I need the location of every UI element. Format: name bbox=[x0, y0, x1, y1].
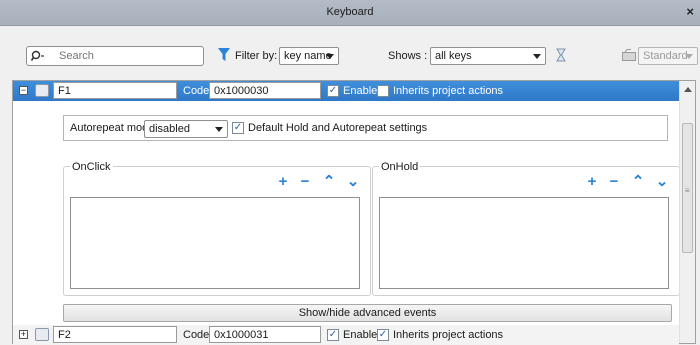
inherits-checkbox[interactable] bbox=[377, 85, 389, 97]
key-row-f2[interactable]: + F2 Code 0x1000031 ✓ Enable ✓ Inherits … bbox=[13, 325, 679, 345]
key-name-field[interactable]: F2 bbox=[53, 326, 177, 343]
enable-label: Enable bbox=[343, 85, 378, 97]
code-label: Code bbox=[183, 85, 210, 97]
onclick-action-list[interactable] bbox=[70, 197, 360, 289]
autorepeat-select[interactable]: disabled bbox=[144, 120, 228, 138]
move-down-icon[interactable]: ⌄ bbox=[655, 174, 669, 189]
onclick-tools: + − ⌃ ⌄ bbox=[276, 174, 362, 189]
chevron-down-icon bbox=[685, 54, 693, 59]
onhold-action-list[interactable] bbox=[379, 197, 669, 289]
autorepeat-label: Autorepeat mode bbox=[70, 122, 155, 134]
onhold-tools: + − ⌃ ⌄ bbox=[585, 174, 671, 189]
collapse-icon[interactable]: − bbox=[19, 86, 28, 95]
vertical-scrollbar[interactable]: ≡ bbox=[679, 81, 695, 343]
window-title: Keyboard bbox=[326, 6, 374, 18]
key-detail-panel: Autorepeat mode disabled ✓ Default Hold … bbox=[13, 101, 680, 323]
enable-checkbox[interactable]: ✓ bbox=[327, 85, 339, 97]
filter-icon[interactable] bbox=[218, 48, 230, 62]
chevron-down-icon bbox=[215, 127, 223, 132]
key-name-field[interactable]: F1 bbox=[53, 82, 177, 99]
add-icon[interactable]: + bbox=[276, 174, 290, 189]
inherits-label: Inherits project actions bbox=[393, 329, 504, 341]
key-row-f1[interactable]: − F1 Code 0x1000030 ✓ Enable Inherits pr… bbox=[13, 81, 679, 101]
search-icon bbox=[31, 50, 44, 61]
standard-select[interactable]: Standard bbox=[638, 47, 698, 65]
keyboard-icon bbox=[622, 49, 636, 61]
shows-select[interactable]: all keys bbox=[430, 47, 546, 65]
inherits-label: Inherits project actions bbox=[393, 85, 504, 97]
onclick-group: OnClick + − ⌃ ⌄ bbox=[63, 161, 371, 296]
key-icon bbox=[35, 84, 49, 97]
default-hold-checkbox[interactable]: ✓ bbox=[232, 122, 244, 134]
scrollbar-thumb[interactable]: ≡ bbox=[682, 123, 693, 253]
move-up-icon[interactable]: ⌃ bbox=[322, 174, 336, 189]
enable-checkbox[interactable]: ✓ bbox=[327, 329, 339, 341]
keyboard-window: Keyboard × Filter by: key name Shows : a… bbox=[0, 0, 700, 345]
close-icon[interactable]: × bbox=[686, 4, 694, 19]
move-down-icon[interactable]: ⌄ bbox=[346, 174, 360, 189]
default-hold-label: Default Hold and Autorepeat settings bbox=[248, 122, 428, 134]
toolbar: Filter by: key name Shows : all keys Sta… bbox=[12, 36, 698, 78]
enable-label: Enable bbox=[343, 329, 378, 341]
search-box[interactable] bbox=[26, 46, 204, 66]
hourglass-icon[interactable] bbox=[556, 48, 566, 62]
onclick-title: OnClick bbox=[70, 161, 113, 173]
key-code-field[interactable]: 0x1000030 bbox=[209, 82, 321, 99]
filter-select-value: key name bbox=[284, 50, 332, 62]
grip-icon: ≡ bbox=[685, 186, 690, 195]
advanced-events-button[interactable]: Show/hide advanced events bbox=[63, 304, 672, 322]
key-icon bbox=[35, 328, 49, 341]
filter-label: Filter by: bbox=[235, 50, 278, 62]
standard-select-value: Standard bbox=[643, 50, 688, 62]
chevron-down-icon bbox=[533, 54, 541, 59]
remove-icon[interactable]: − bbox=[298, 174, 312, 189]
search-input[interactable] bbox=[59, 49, 199, 63]
expand-icon[interactable]: + bbox=[19, 330, 28, 339]
move-up-icon[interactable]: ⌃ bbox=[631, 174, 645, 189]
scroll-up-icon[interactable] bbox=[684, 87, 692, 92]
onhold-title: OnHold bbox=[379, 161, 421, 173]
title-bar: Keyboard × bbox=[0, 0, 700, 26]
code-label: Code bbox=[183, 329, 210, 341]
key-code-field[interactable]: 0x1000031 bbox=[209, 326, 321, 343]
shows-label: Shows : bbox=[388, 50, 428, 62]
chevron-down-icon bbox=[326, 54, 334, 59]
filter-select[interactable]: key name bbox=[279, 47, 339, 65]
key-list: − F1 Code 0x1000030 ✓ Enable Inherits pr… bbox=[12, 80, 696, 345]
shows-select-value: all keys bbox=[435, 50, 472, 62]
remove-icon[interactable]: − bbox=[607, 174, 621, 189]
add-icon[interactable]: + bbox=[585, 174, 599, 189]
autorepeat-group: Autorepeat mode disabled ✓ Default Hold … bbox=[63, 115, 668, 141]
inherits-checkbox[interactable]: ✓ bbox=[377, 329, 389, 341]
onhold-group: OnHold + − ⌃ ⌄ bbox=[372, 161, 680, 296]
autorepeat-select-value: disabled bbox=[149, 123, 190, 135]
